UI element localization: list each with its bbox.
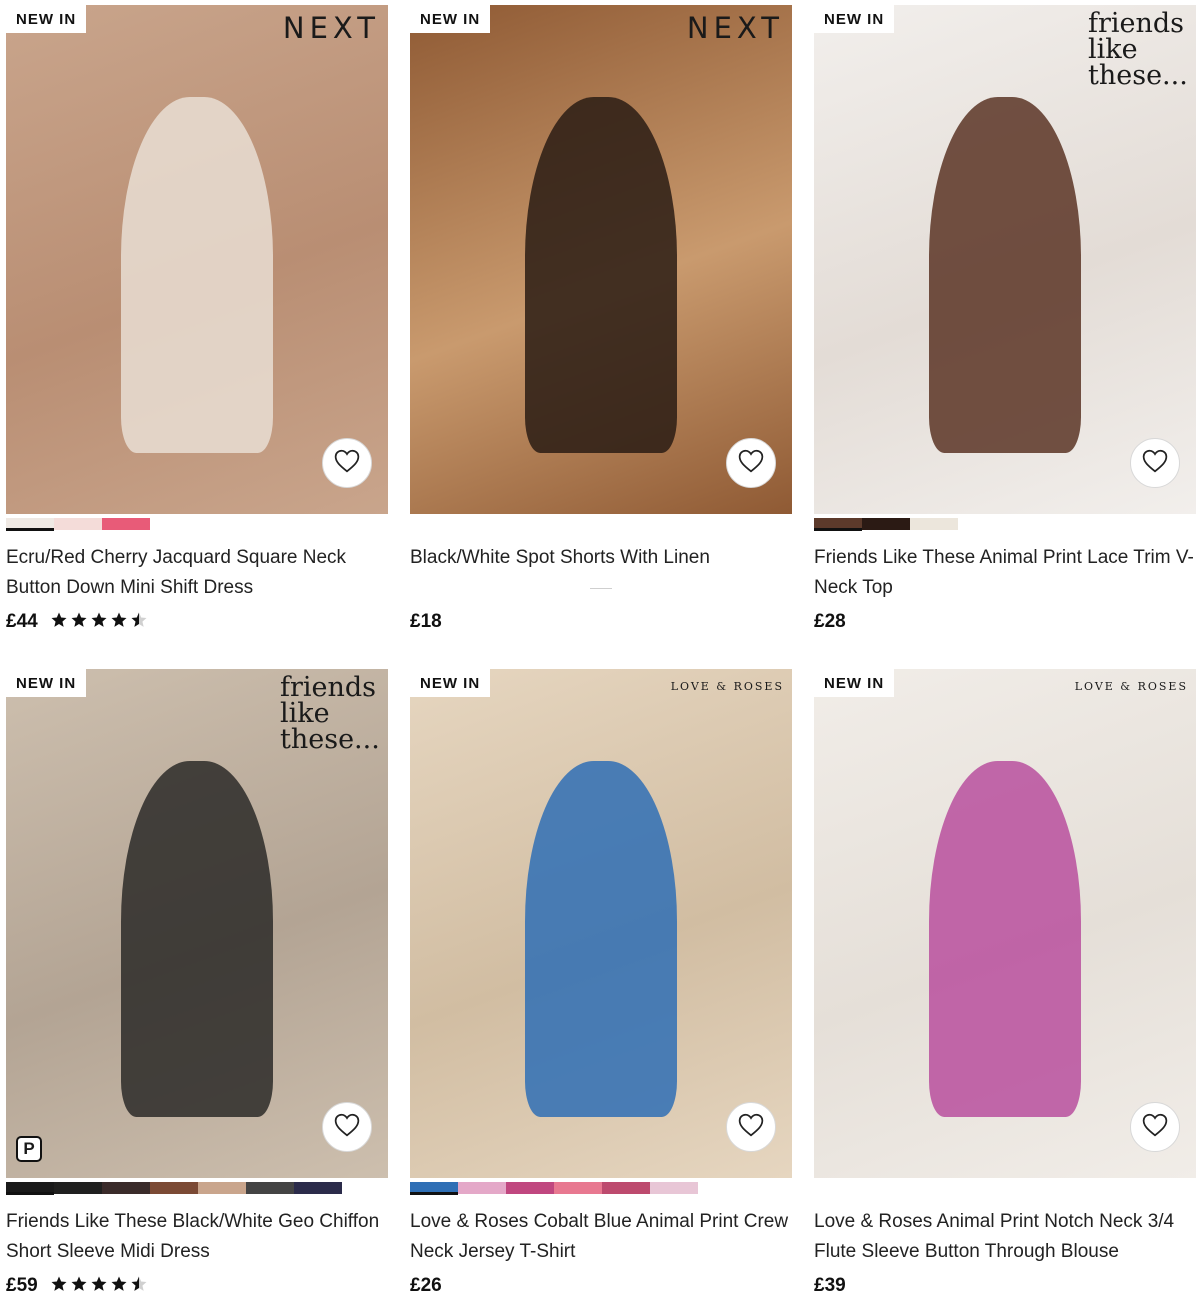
add-to-favourites-button[interactable] <box>726 1102 776 1152</box>
product-card[interactable]: NEW IN NEXT Ecru/Red Cherry Jacquard Squar… <box>6 5 388 635</box>
price-row: £28 <box>814 609 1196 635</box>
colour-swatch[interactable] <box>506 1182 554 1194</box>
colour-swatch[interactable] <box>6 1182 54 1195</box>
colour-swatch[interactable] <box>862 518 910 530</box>
product-title[interactable]: Ecru/Red Cherry Jacquard Square Neck But… <box>6 543 388 603</box>
product-title[interactable]: Love & Roses Animal Print Notch Neck 3/4… <box>814 1207 1196 1267</box>
product-title[interactable]: Friends Like These Animal Print Lace Tri… <box>814 543 1196 603</box>
price-row: £26 <box>410 1273 792 1293</box>
product-card[interactable]: NEW IN friends like these... P Friends Like… <box>6 669 388 1293</box>
product-price: £44 <box>6 611 38 632</box>
star-icon <box>90 1275 108 1293</box>
heart-icon <box>738 1113 764 1142</box>
colour-swatch[interactable] <box>246 1182 294 1194</box>
pay-later-icon: P <box>16 1136 42 1162</box>
add-to-favourites-button[interactable] <box>322 1102 372 1152</box>
heart-icon <box>334 1113 360 1142</box>
new-in-badge: NEW IN <box>6 5 87 33</box>
add-to-favourites-button[interactable] <box>726 438 776 488</box>
colour-swatch[interactable] <box>650 1182 698 1194</box>
colour-swatch[interactable] <box>102 518 150 530</box>
star-icon <box>70 1275 88 1293</box>
half-star-icon <box>130 611 148 634</box>
colour-swatch[interactable] <box>102 1182 150 1194</box>
star-icon <box>110 1275 128 1293</box>
product-image[interactable]: NEW IN LOVE & ROSES <box>410 669 792 1178</box>
product-title[interactable]: Friends Like These Black/White Geo Chiff… <box>6 1207 388 1267</box>
colour-swatches <box>6 1182 388 1195</box>
product-price: £39 <box>814 1275 846 1293</box>
colour-swatch[interactable] <box>602 1182 650 1194</box>
colour-swatch[interactable] <box>814 518 862 531</box>
product-card[interactable]: NEW IN friends like these... Friends Like … <box>814 5 1196 635</box>
rating-stars <box>50 1275 148 1293</box>
new-in-badge: NEW IN <box>410 5 491 33</box>
product-image[interactable]: NEW IN friends like these... P <box>6 669 388 1178</box>
add-to-favourites-button[interactable] <box>1130 438 1180 488</box>
colour-swatch[interactable] <box>54 518 102 530</box>
colour-swatches <box>410 1182 792 1195</box>
colour-swatch[interactable] <box>554 1182 602 1194</box>
star-icon <box>50 611 68 634</box>
rating-stars <box>50 611 148 634</box>
star-icon <box>110 611 128 634</box>
price-row: £44 <box>6 609 388 635</box>
add-to-favourites-button[interactable] <box>1130 1102 1180 1152</box>
product-image[interactable]: NEW IN friends like these... <box>814 5 1196 514</box>
product-card[interactable]: NEW IN LOVE & ROSES Love & Roses Animal Pr… <box>814 669 1196 1293</box>
heart-icon <box>1142 1113 1168 1142</box>
divider <box>590 588 612 589</box>
price-row: £39 <box>814 1273 1196 1293</box>
product-title[interactable]: Love & Roses Cobalt Blue Animal Print Cr… <box>410 1207 792 1267</box>
brand-logo: NEXT <box>686 11 784 45</box>
colour-swatches <box>814 518 1196 531</box>
product-price: £28 <box>814 611 846 632</box>
add-to-favourites-button[interactable] <box>322 438 372 488</box>
product-image[interactable]: NEW IN NEXT <box>6 5 388 514</box>
colour-swatch[interactable] <box>150 1182 198 1194</box>
new-in-badge: NEW IN <box>814 5 895 33</box>
colour-swatches <box>6 518 388 531</box>
product-image[interactable]: NEW IN NEXT <box>410 5 792 514</box>
star-icon <box>50 1275 68 1293</box>
price-row: £18 <box>410 609 792 635</box>
colour-swatch[interactable] <box>294 1182 342 1194</box>
brand-logo: NEXT <box>282 11 380 45</box>
brand-logo: LOVE & ROSES <box>670 680 784 693</box>
product-card[interactable]: NEW IN NEXT Black/White Spot Shorts With L… <box>410 5 792 635</box>
brand-logo: friends like these... <box>280 672 380 755</box>
new-in-badge: NEW IN <box>814 669 895 697</box>
product-price: £59 <box>6 1275 38 1293</box>
colour-swatch[interactable] <box>54 1182 102 1194</box>
half-star-icon <box>130 1275 148 1293</box>
heart-icon <box>334 449 360 478</box>
colour-swatch[interactable] <box>910 518 958 530</box>
star-icon <box>70 611 88 634</box>
brand-logo: friends like these... <box>1088 8 1188 91</box>
product-title[interactable]: Black/White Spot Shorts With Linen <box>410 543 792 603</box>
heart-icon <box>738 449 764 478</box>
colour-swatch[interactable] <box>458 1182 506 1194</box>
colour-swatch[interactable] <box>6 518 54 531</box>
product-price: £26 <box>410 1275 442 1293</box>
colour-swatch[interactable] <box>410 1182 458 1195</box>
product-card[interactable]: NEW IN LOVE & ROSES Love & Roses Cobalt Bl… <box>410 669 792 1293</box>
price-row: £59 <box>6 1273 388 1293</box>
colour-swatch[interactable] <box>198 1182 246 1194</box>
star-icon <box>90 611 108 634</box>
product-price: £18 <box>410 611 442 632</box>
product-image[interactable]: NEW IN LOVE & ROSES <box>814 669 1196 1178</box>
new-in-badge: NEW IN <box>410 669 491 697</box>
new-in-badge: NEW IN <box>6 669 87 697</box>
heart-icon <box>1142 449 1168 478</box>
brand-logo: LOVE & ROSES <box>1074 680 1188 693</box>
